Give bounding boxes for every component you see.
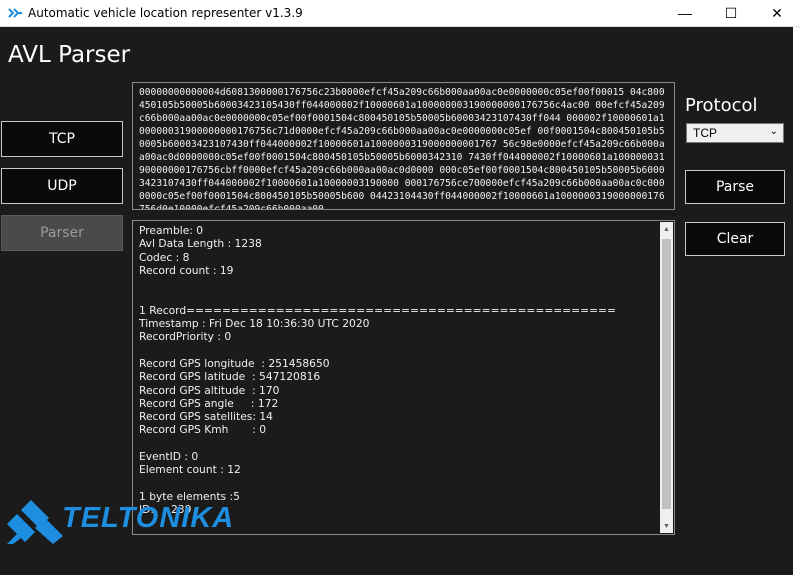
chevron-down-icon: ⌄ (769, 126, 778, 137)
output-lines: Preamble: 0 Avl Data Length : 1238 Codec :… (139, 224, 616, 517)
parse-button[interactable]: Parse (685, 170, 785, 204)
output-line: Timestamp : Fri Dec 18 10:36:30 UTC 2020 (139, 317, 370, 331)
output-line (139, 437, 616, 450)
close-button[interactable]: ✕ (754, 0, 800, 26)
hex-input-field[interactable]: 00000000000004d6081300000176756c23b0000e… (132, 82, 675, 210)
teltonika-logo-text: TELTONIKA (62, 502, 235, 534)
main-window: AVL Parser TCP UDP Parser 00000000000004… (0, 27, 800, 575)
udp-button[interactable]: UDP (1, 168, 123, 204)
output-line: Record GPS angle : 172 (139, 396, 279, 410)
background-window-edge (793, 27, 800, 575)
scroll-up-arrow-icon[interactable]: ▲ (660, 222, 673, 236)
scroll-down-arrow-icon[interactable]: ▼ (660, 519, 673, 533)
output-line: Preamble: 0 (139, 224, 204, 237)
hex-input-text: 00000000000004d6081300000176756c23b0000e… (139, 87, 665, 210)
output-line (139, 277, 616, 290)
output-line: Record count : 19 (139, 263, 234, 277)
output-line (139, 477, 616, 490)
tcp-button[interactable]: TCP (1, 121, 123, 157)
maximize-button[interactable]: ☐ (708, 0, 754, 26)
output-line: Record GPS longitude : 251458650 (139, 356, 330, 370)
output-line (139, 344, 616, 357)
output-line: Record GPS latitude : 547120816 (139, 370, 321, 384)
title-bar[interactable]: Automatic vehicle location representer v… (0, 0, 800, 27)
output-line: Record GPS altitude : 170 (139, 383, 280, 397)
output-line: Avl Data Length : 1238 (139, 237, 262, 251)
output-line: Element count : 12 (139, 463, 241, 477)
output-line: EventID : 0 (139, 450, 199, 464)
output-line: Record GPS Kmh : 0 (139, 423, 267, 437)
window-title: Automatic vehicle location representer v… (28, 6, 303, 20)
clear-button[interactable]: Clear (685, 222, 785, 256)
minimize-button[interactable]: — (662, 0, 708, 26)
app-logo-icon (8, 8, 22, 18)
output-line: 1 Record================================… (139, 303, 616, 317)
protocol-select[interactable]: TCP ⌄ (686, 123, 784, 143)
output-scrollbar[interactable]: ▲ ▼ (660, 222, 673, 533)
output-line: RecordPriority : 0 (139, 330, 232, 344)
output-line: Codec : 8 (139, 250, 190, 264)
protocol-selected-value: TCP (693, 126, 717, 140)
protocol-label: Protocol (685, 95, 758, 116)
app-heading: AVL Parser (8, 42, 131, 68)
parse-output-panel[interactable]: Preamble: 0 Avl Data Length : 1238 Codec :… (132, 220, 675, 535)
parser-button[interactable]: Parser (1, 215, 123, 251)
output-line: Record GPS satellites: 14 (139, 410, 273, 424)
output-line (139, 290, 616, 303)
scroll-thumb[interactable] (662, 239, 671, 509)
